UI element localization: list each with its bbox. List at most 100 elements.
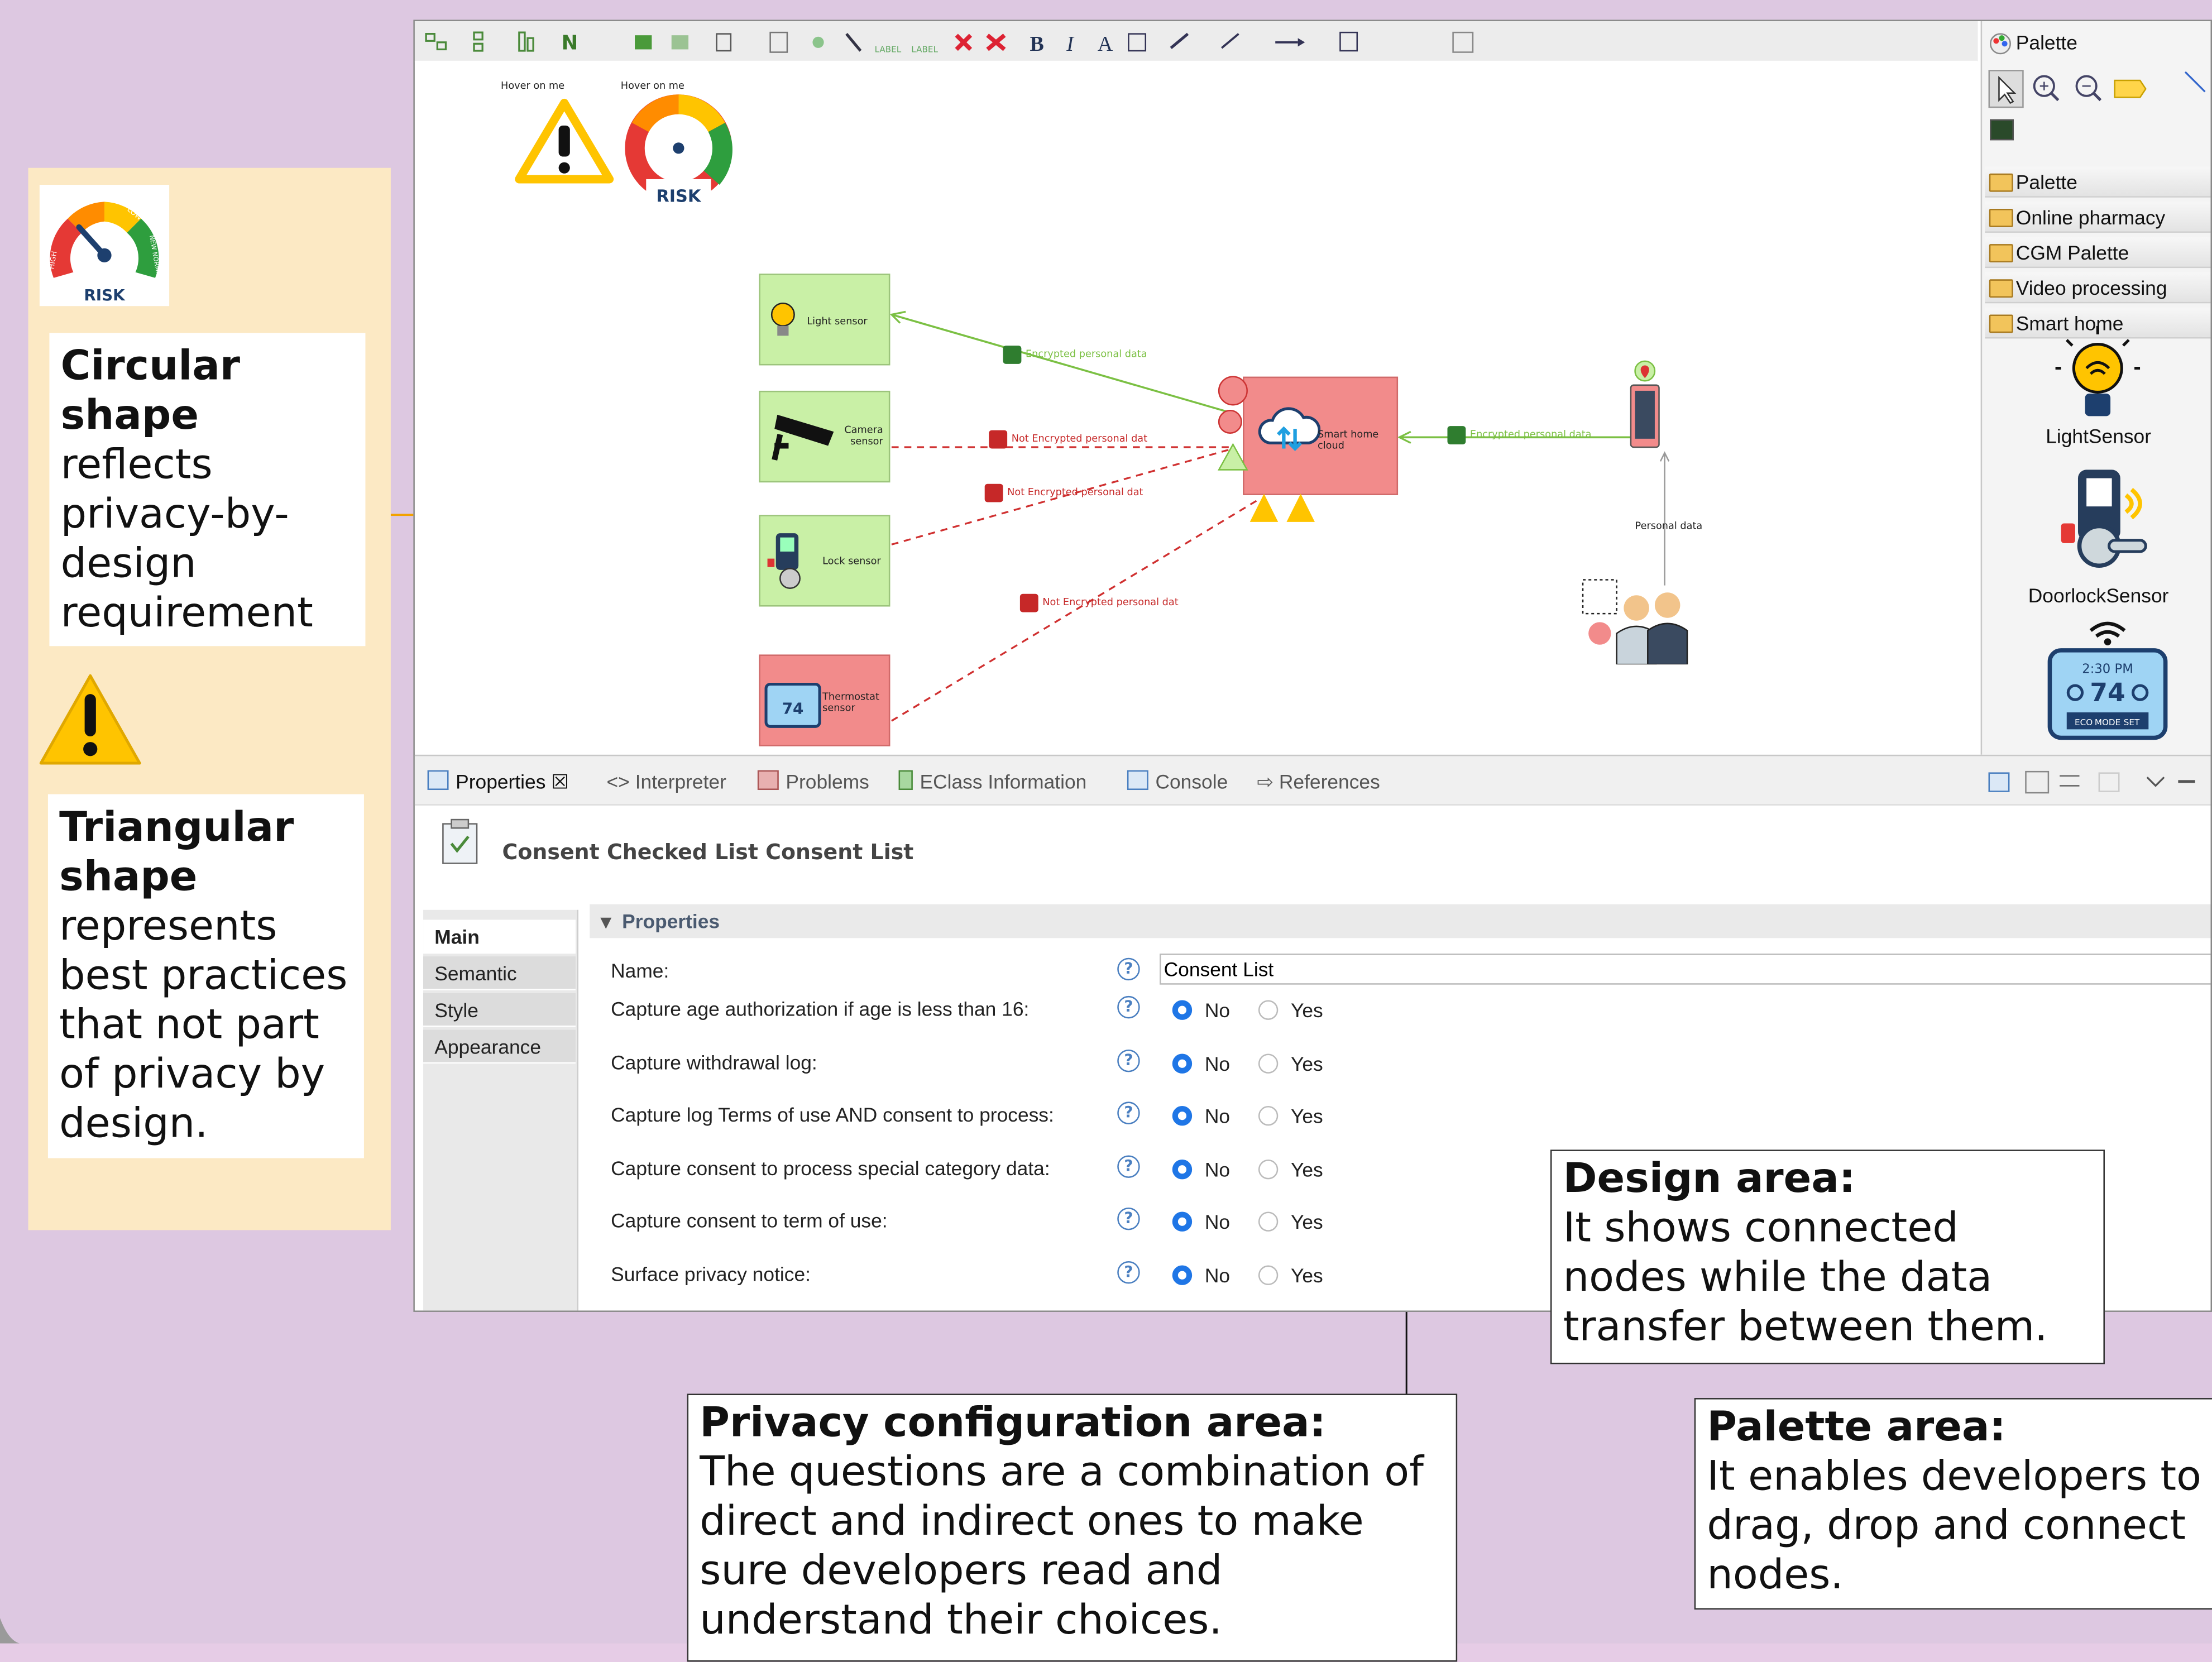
unlocked-icon	[984, 483, 1003, 502]
palette-folder[interactable]: Palette	[1985, 166, 2211, 198]
help-icon[interactable]: ?	[1117, 1261, 1140, 1284]
camera-sensor-node[interactable]: Camera sensor	[759, 390, 890, 483]
side-tab-main[interactable]: Main	[423, 919, 576, 954]
question-label: Capture consent to term of use:	[611, 1209, 888, 1232]
people-icon[interactable]	[1580, 577, 1701, 665]
thermostat-sensor-node[interactable]: 74 Thermostat sensor	[759, 654, 890, 746]
doorlock-sensor-palette-icon[interactable]	[2058, 467, 2157, 574]
connections	[889, 310, 1670, 722]
thermostat-eco-label: ECO	[2075, 717, 2093, 727]
radio-yes-label: Yes	[1291, 1158, 1323, 1181]
svg-text:74: 74	[782, 700, 804, 718]
palette-folder-label: CGM Palette	[2015, 241, 2129, 264]
radio-no[interactable]	[1172, 1000, 1193, 1020]
palette-area: Palette Palette Online pharmacy CGM Pale…	[1980, 21, 2211, 755]
figure: RISK MODERATE LOW HIGH NEW NORMAL Circul…	[0, 0, 2212, 1662]
light-sensor-node[interactable]: Light sensor	[759, 274, 890, 366]
radio-no[interactable]	[1172, 1053, 1193, 1074]
thermostat-palette-icon[interactable]: 2:30 PM 74 ECO MODE SET	[2044, 614, 2171, 740]
radio-no[interactable]	[1172, 1211, 1193, 1232]
folder-icon	[1989, 279, 2013, 298]
camera-sensor-label: Camera sensor	[844, 424, 883, 447]
design-area[interactable]: Hover on me Hover on me RISK Encrypted p…	[414, 60, 1978, 752]
side-tab-appearance[interactable]: Appearance	[423, 1029, 576, 1064]
tab-label: Interpreter	[635, 770, 726, 793]
radio-yes[interactable]	[1258, 1211, 1279, 1232]
side-tab-style[interactable]: Style	[423, 993, 576, 1027]
edge-label-camera: Not Encrypted personal dat	[1011, 433, 1148, 444]
lock-sensor-node[interactable]: Lock sensor	[759, 515, 890, 607]
radio-no[interactable]	[1172, 1265, 1193, 1285]
edge-label-people: Personal data	[1635, 520, 1703, 532]
help-icon[interactable]: ?	[1117, 1049, 1140, 1072]
svg-text:A: A	[1098, 32, 1113, 56]
radio-no-label: No	[1204, 1158, 1231, 1181]
radio-no-label: No	[1204, 1104, 1231, 1127]
cloud-badge-icons	[1218, 376, 1248, 471]
question-label: Capture age authorization if age is less…	[611, 997, 1030, 1020]
help-icon[interactable]: ?	[1117, 957, 1140, 981]
design-callout-title: Design area:	[1563, 1153, 1856, 1202]
tab-references[interactable]: ⇨ References	[1257, 769, 1380, 794]
palette-folder[interactable]: Online pharmacy	[1985, 202, 2211, 233]
corner-decoration	[0, 1618, 20, 1644]
edge-label-thermostat: Not Encrypted personal dat	[1042, 596, 1179, 609]
side-tab-semantic[interactable]: Semantic	[423, 956, 576, 990]
palette-thermostat-time: 2:30 PM	[2082, 662, 2133, 676]
radio-yes[interactable]	[1258, 1265, 1279, 1285]
light-sensor-palette-icon[interactable]	[2055, 325, 2141, 428]
folder-icon	[1989, 173, 2013, 192]
radio-yes[interactable]	[1258, 1000, 1279, 1020]
help-icon[interactable]: ?	[1117, 1155, 1140, 1178]
palette-tools	[1988, 70, 2206, 141]
properties-side-tabs: Main Semantic Style Appearance	[423, 909, 578, 1311]
help-icon[interactable]: ?	[1117, 1207, 1140, 1230]
code-icon: <>	[606, 770, 630, 793]
folder-icon	[1989, 208, 2013, 227]
radio-yes[interactable]	[1258, 1053, 1279, 1074]
properties-icon	[427, 770, 449, 791]
radio-no-label: No	[1204, 1264, 1231, 1287]
lock-sensor-label: Lock sensor	[822, 555, 881, 567]
palette-folder-label: Palette	[2015, 170, 2077, 194]
radio-no[interactable]	[1172, 1160, 1193, 1180]
door-lock-icon	[767, 533, 801, 589]
radio-yes[interactable]	[1258, 1160, 1279, 1180]
thermostat-icon: 74	[764, 682, 821, 728]
properties-section-header[interactable]: ▾ Properties	[590, 904, 2211, 938]
tab-console[interactable]: Console	[1127, 769, 1228, 794]
collapse-icon: ▾	[601, 909, 611, 933]
tab-label: Properties	[456, 770, 546, 793]
tab-label: EClass Information	[920, 770, 1087, 793]
palette-folder-label: Video processing	[2015, 276, 2167, 299]
encrypted-lock-icon	[1447, 426, 1466, 444]
folder-icon	[1989, 314, 2013, 333]
diagram-toolbar: N LABEL LABEL B I A	[414, 21, 1978, 63]
tab-interpreter[interactable]: <> Interpreter	[607, 769, 726, 794]
edge-label-phone: Encrypted personal data	[1469, 429, 1592, 440]
palette-callout-text: It enables developers to drag, drop and …	[1707, 1452, 2201, 1598]
palette-folder[interactable]: CGM Palette	[1985, 237, 2211, 269]
tab-label: Console	[1155, 770, 1228, 793]
tab-problems[interactable]: Problems	[757, 769, 869, 794]
name-field[interactable]	[1160, 954, 2211, 985]
radio-no[interactable]	[1172, 1106, 1193, 1126]
tab-properties[interactable]: Properties ☒	[427, 769, 569, 794]
editor-window: N LABEL LABEL B I A Hover on me Hover on…	[413, 20, 2212, 1312]
view-toolbar-icons[interactable]	[1986, 769, 2212, 794]
camera-icon	[772, 414, 834, 461]
tab-label: References	[1279, 770, 1380, 793]
help-icon[interactable]: ?	[1117, 1101, 1140, 1124]
palette-folder[interactable]: Video processing	[1985, 272, 2211, 304]
help-icon[interactable]: ?	[1117, 995, 1140, 1019]
unlocked-icon	[1019, 593, 1038, 612]
light-sensor-label: Light sensor	[807, 316, 868, 328]
radio-yes[interactable]	[1258, 1106, 1279, 1126]
name-label: Name:	[611, 959, 669, 982]
smart-home-cloud-label: Smart home cloud	[1318, 429, 1379, 452]
tab-eclass-information[interactable]: EClass Information	[898, 769, 1087, 794]
svg-text:LABEL: LABEL	[875, 44, 902, 54]
problems-icon	[757, 770, 779, 791]
smartphone-icon[interactable]	[1625, 360, 1665, 450]
close-icon[interactable]: ☒	[551, 770, 569, 793]
